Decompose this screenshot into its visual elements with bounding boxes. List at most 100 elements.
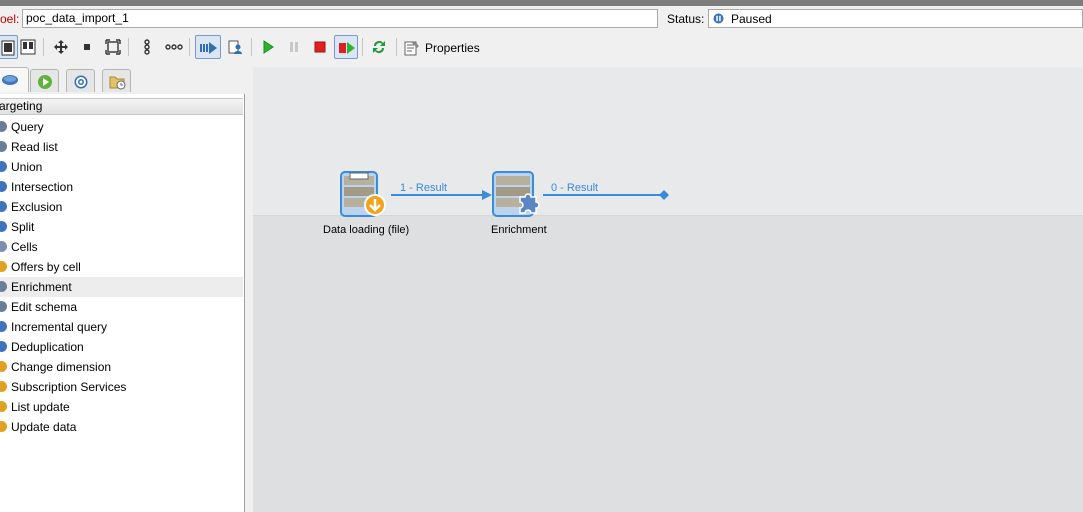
activity-label: Query (11, 120, 44, 134)
activity-item[interactable]: Query (0, 117, 243, 137)
small-zoom-button[interactable] (76, 35, 98, 59)
label-caption: oel: (0, 12, 20, 26)
status-caption: Status: (667, 12, 705, 26)
tab-events[interactable] (102, 69, 131, 92)
activity-label: Change dimension (11, 360, 112, 374)
activity-item[interactable]: Offers by cell (0, 257, 243, 277)
vertical-chain-icon (144, 39, 150, 55)
tab-targeting[interactable] (0, 67, 29, 92)
read-list-icon (0, 141, 7, 152)
activity-label: Offers by cell (11, 260, 81, 274)
targeting-tab-icon (2, 75, 18, 85)
activity-item[interactable]: Read list (0, 137, 243, 157)
category-title: argeting (0, 99, 43, 113)
query-icon (0, 121, 7, 132)
label-field[interactable]: poc_data_import_1 (22, 9, 658, 28)
activity-label: Exclusion (11, 200, 63, 214)
move-button[interactable] (50, 35, 72, 59)
step-mode-button[interactable] (195, 35, 221, 59)
folder-clock-icon (109, 76, 126, 90)
activity-item[interactable]: Union (0, 157, 243, 177)
properties-label: Properties (425, 41, 480, 55)
activity-item[interactable]: Incremental query (0, 317, 243, 337)
transition-label-1: 1 - Result (400, 182, 448, 194)
stop-button[interactable] (309, 35, 331, 59)
activity-item[interactable]: List update (0, 397, 243, 417)
transition-arrows (391, 190, 669, 200)
activity-label: Subscription Services (11, 380, 127, 394)
gear-icon (74, 75, 88, 89)
toolbar-separator (251, 38, 252, 56)
title-bar-strip (0, 0, 1083, 6)
debug-button[interactable] (224, 35, 246, 59)
edit-schema-icon (0, 301, 7, 312)
refresh-button[interactable] (368, 35, 390, 59)
change-dimension-icon (0, 361, 7, 372)
properties-icon (404, 41, 419, 56)
activity-item[interactable]: Cells (0, 237, 243, 257)
transition-endpoint-2 (659, 190, 669, 200)
activity-item[interactable]: Edit schema (0, 297, 243, 317)
activity-label: Split (11, 220, 35, 234)
layout-single-button[interactable] (0, 35, 18, 59)
pause-icon (290, 42, 298, 52)
activity-item[interactable]: Exclusion (0, 197, 243, 217)
activity-label: Deduplication (11, 340, 84, 354)
enrichment-node[interactable] (492, 171, 542, 222)
pause-button[interactable] (283, 35, 305, 59)
activity-label: Edit schema (11, 300, 78, 314)
exclusion-icon (0, 201, 7, 212)
subscription-icon (0, 381, 7, 392)
activity-item[interactable]: Intersection (0, 177, 243, 197)
split-icon (0, 221, 7, 232)
toolbar-separator (189, 38, 190, 56)
stop-icon (314, 41, 326, 53)
activity-item[interactable]: Change dimension (0, 357, 243, 377)
unconditional-stop-button[interactable] (334, 35, 358, 59)
tab-flow-control[interactable] (30, 69, 59, 92)
small-square-icon (84, 44, 90, 50)
tab-actions[interactable] (66, 69, 95, 92)
activity-label: Enrichment (11, 280, 72, 294)
fit-window-icon (105, 39, 121, 55)
intersection-icon (0, 181, 7, 192)
cells-icon (0, 241, 7, 252)
activity-label: Update data (11, 420, 77, 434)
header-row: oel: poc_data_import_1 Status: Paused (0, 8, 1083, 30)
document-person-icon (228, 40, 242, 54)
activity-label: Read list (11, 140, 58, 154)
activity-item[interactable]: Deduplication (0, 337, 243, 357)
status-value: Paused (731, 12, 772, 26)
activity-item[interactable]: Update data (0, 417, 243, 437)
vertical-layout-button[interactable] (136, 35, 158, 59)
transition-arrowhead-1 (482, 190, 492, 200)
toolbar-separator (362, 38, 363, 56)
activity-label: Incremental query (11, 320, 108, 334)
activity-palette: argeting Query Read list Union Intersection… (0, 94, 245, 512)
data-loading-label: Data loading (file) (323, 224, 410, 236)
data-loading-node[interactable] (340, 171, 390, 222)
enrichment-icon (492, 171, 540, 217)
fit-to-window-button[interactable] (102, 35, 124, 59)
toolbar-separator (128, 38, 129, 56)
horizontal-layout-button[interactable] (162, 35, 184, 59)
activity-item[interactable]: Enrichment (0, 277, 243, 297)
move-arrows-icon (54, 40, 68, 54)
category-header[interactable]: argeting (0, 98, 243, 115)
list-update-icon (0, 401, 7, 412)
flow-control-tab-icon (38, 75, 52, 89)
start-button[interactable] (257, 35, 279, 59)
update-data-icon (0, 421, 7, 432)
layout-split-button[interactable] (17, 35, 39, 59)
horizontal-chain-icon (165, 44, 183, 50)
activity-label: Union (11, 160, 43, 174)
activity-item[interactable]: Split (0, 217, 243, 237)
pause-status-icon (713, 13, 724, 24)
status-field: Paused (708, 9, 1083, 28)
activity-item[interactable]: Subscription Services (0, 377, 243, 397)
workflow-canvas[interactable]: 1 - Result 0 - Result Data loading (file… (253, 67, 1083, 512)
incremental-query-icon (0, 321, 7, 332)
enrichment-icon (0, 281, 7, 292)
stop-play-icon (339, 42, 355, 54)
offers-icon (0, 261, 7, 272)
